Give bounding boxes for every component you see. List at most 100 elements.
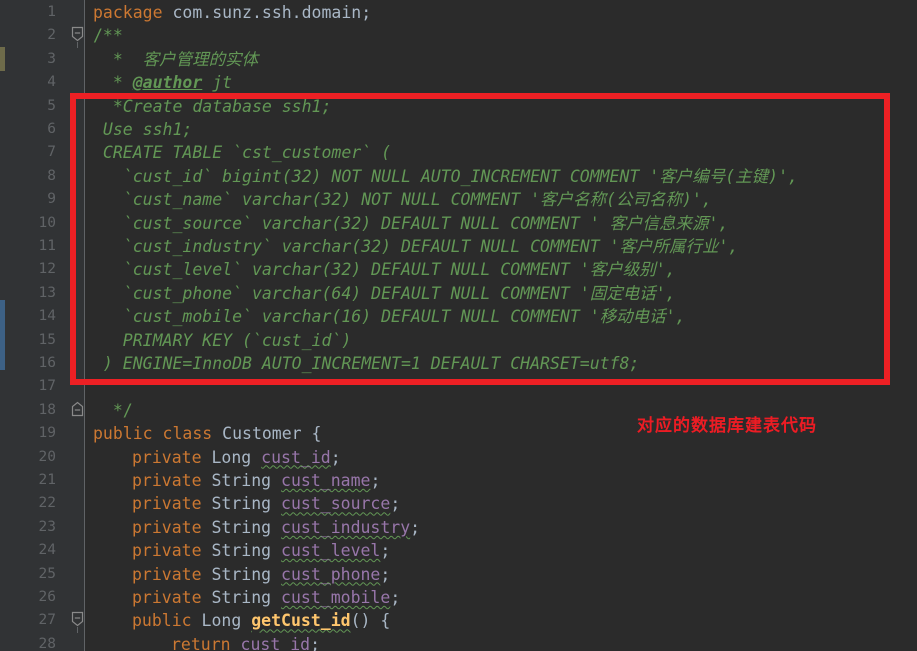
code-token: public class [93, 424, 223, 444]
code-line[interactable]: PRIMARY KEY (`cust_id`) [85, 329, 351, 352]
code-token: ; [390, 588, 401, 607]
code-token: cust_id [240, 634, 311, 651]
code-token: `cust_id` bigint(32) NOT NULL AUTO_INCRE… [93, 166, 798, 186]
code-token: ; [380, 564, 391, 584]
code-token: cust_name [281, 471, 371, 490]
code-line[interactable]: `cust_id` bigint(32) NOT NULL AUTO_INCRE… [85, 165, 798, 188]
code-token: jt [202, 73, 233, 93]
code-line[interactable]: private Long cust_id; [85, 446, 341, 469]
code-token: `cust_source` varchar(32) DEFAULT NULL C… [93, 213, 729, 233]
code-token: private [132, 471, 202, 490]
line-number: 9 [47, 191, 56, 208]
code-token: ; [380, 541, 391, 561]
code-line[interactable]: private String cust_industry; [85, 516, 420, 539]
code-line[interactable]: `cust_industry` varchar(32) DEFAULT NULL… [85, 235, 739, 258]
code-line[interactable]: *Create database ssh1; [85, 95, 332, 118]
code-line[interactable]: * @author jt [85, 71, 232, 94]
code-token: cust_mobile [281, 588, 391, 607]
code-token: cust_level [281, 541, 381, 561]
code-line[interactable]: return cust_id; [85, 633, 320, 651]
code-line[interactable]: /** [85, 24, 123, 47]
fold-collapse-comment-end-icon[interactable] [71, 401, 84, 419]
code-line[interactable]: */ [85, 399, 133, 422]
code-line[interactable]: private String cust_level; [85, 539, 390, 562]
code-line[interactable]: public Long getCust_id() { [85, 609, 390, 632]
line-number: 17 [38, 378, 56, 395]
code-token: ; [370, 471, 381, 490]
code-token: Long [211, 447, 252, 467]
code-line[interactable]: public class Customer { [85, 422, 322, 445]
code-token: Customer [222, 424, 302, 444]
code-text-area[interactable]: package com.sunz.ssh.domain;/** * 客户管理的实… [85, 0, 917, 651]
code-token: ; [410, 517, 421, 537]
code-token: cust_id [261, 447, 331, 467]
code-token: private [132, 517, 202, 537]
code-line[interactable]: private String cust_name; [85, 469, 380, 492]
code-line[interactable]: private String cust_source; [85, 492, 400, 515]
code-line[interactable]: private String cust_phone; [85, 563, 390, 586]
code-token: String [211, 517, 272, 537]
code-token: cust_source [281, 494, 391, 514]
code-line[interactable] [85, 375, 93, 398]
line-number: 8 [47, 167, 56, 184]
code-line[interactable]: package com.sunz.ssh.domain; [85, 1, 371, 24]
code-token: public [132, 611, 192, 631]
code-line[interactable]: `cust_source` varchar(32) DEFAULT NULL C… [85, 212, 729, 235]
code-line[interactable]: `cust_level` varchar(32) DEFAULT NULL CO… [85, 258, 676, 281]
code-line[interactable]: `cust_phone` varchar(64) DEFAULT NULL CO… [85, 282, 676, 305]
code-line[interactable]: ) ENGINE=InnoDB AUTO_INCREMENT=1 DEFAULT… [85, 352, 639, 375]
code-token: () { [350, 611, 391, 631]
code-token: private [132, 564, 202, 584]
code-line[interactable]: * 客户管理的实体 [85, 48, 258, 71]
code-token: private [132, 541, 202, 561]
code-token: `cust_industry` varchar(32) DEFAULT NULL… [93, 237, 739, 256]
code-token: Long [201, 611, 242, 631]
line-number: 26 [38, 589, 56, 605]
code-line[interactable]: CREATE TABLE `cst_customer` ( [85, 141, 391, 164]
line-number: 7 [47, 144, 56, 161]
code-token: PRIMARY KEY (`cust_id`) [93, 330, 352, 350]
fold-collapse-method-icon[interactable] [71, 611, 84, 634]
line-number: 25 [38, 565, 56, 582]
code-token: *Create database ssh1; [93, 96, 332, 116]
annotation-callout-label: 对应的数据库建表代码 [637, 416, 817, 436]
code-token: CREATE TABLE `cst_customer` ( [93, 143, 392, 163]
code-line[interactable]: Use ssh1; [85, 118, 192, 141]
code-editor[interactable]: 1 2 3 4 5 6 7 8 9 10 11 12 13 14 15 16 17 18 19 20 21 22 23 24 2… [0, 0, 917, 651]
code-token: */ [93, 400, 133, 420]
code-token: * 客户管理的实体 [93, 49, 259, 69]
line-number: 6 [47, 121, 56, 137]
line-number: 13 [38, 284, 56, 301]
line-number-column: 1 2 3 4 5 6 7 8 9 10 11 12 13 14 15 16 17 18 19 20 21 22 23 24 2… [0, 0, 56, 651]
code-token: cust_industry [281, 517, 411, 537]
line-number: 3 [47, 50, 56, 67]
code-token: com.sunz.ssh.domain; [162, 3, 372, 22]
code-token: ; [330, 447, 341, 467]
code-token: ; [310, 634, 321, 651]
fold-collapse-comment-start-icon[interactable] [71, 26, 84, 49]
line-number: 11 [38, 238, 56, 254]
code-token: private [132, 447, 202, 467]
code-token: `cust_name` varchar(32) NOT NULL COMMENT… [93, 190, 712, 210]
code-token: String [211, 588, 272, 607]
code-line[interactable]: `cust_name` varchar(32) NOT NULL COMMENT… [85, 188, 712, 211]
line-number: 15 [38, 331, 56, 348]
code-token: private [132, 494, 202, 514]
code-token: return [171, 634, 231, 651]
line-number: 5 [47, 97, 56, 114]
code-token: cust_phone [281, 564, 381, 584]
editor-gutter[interactable]: 1 2 3 4 5 6 7 8 9 10 11 12 13 14 15 16 17 18 19 20 21 22 23 24 2… [0, 0, 85, 651]
code-token: String [211, 494, 272, 514]
code-line[interactable]: `cust_mobile` varchar(16) DEFAULT NULL C… [85, 305, 686, 328]
line-number: 18 [38, 401, 56, 418]
code-line[interactable]: private String cust_mobile; [85, 586, 400, 609]
